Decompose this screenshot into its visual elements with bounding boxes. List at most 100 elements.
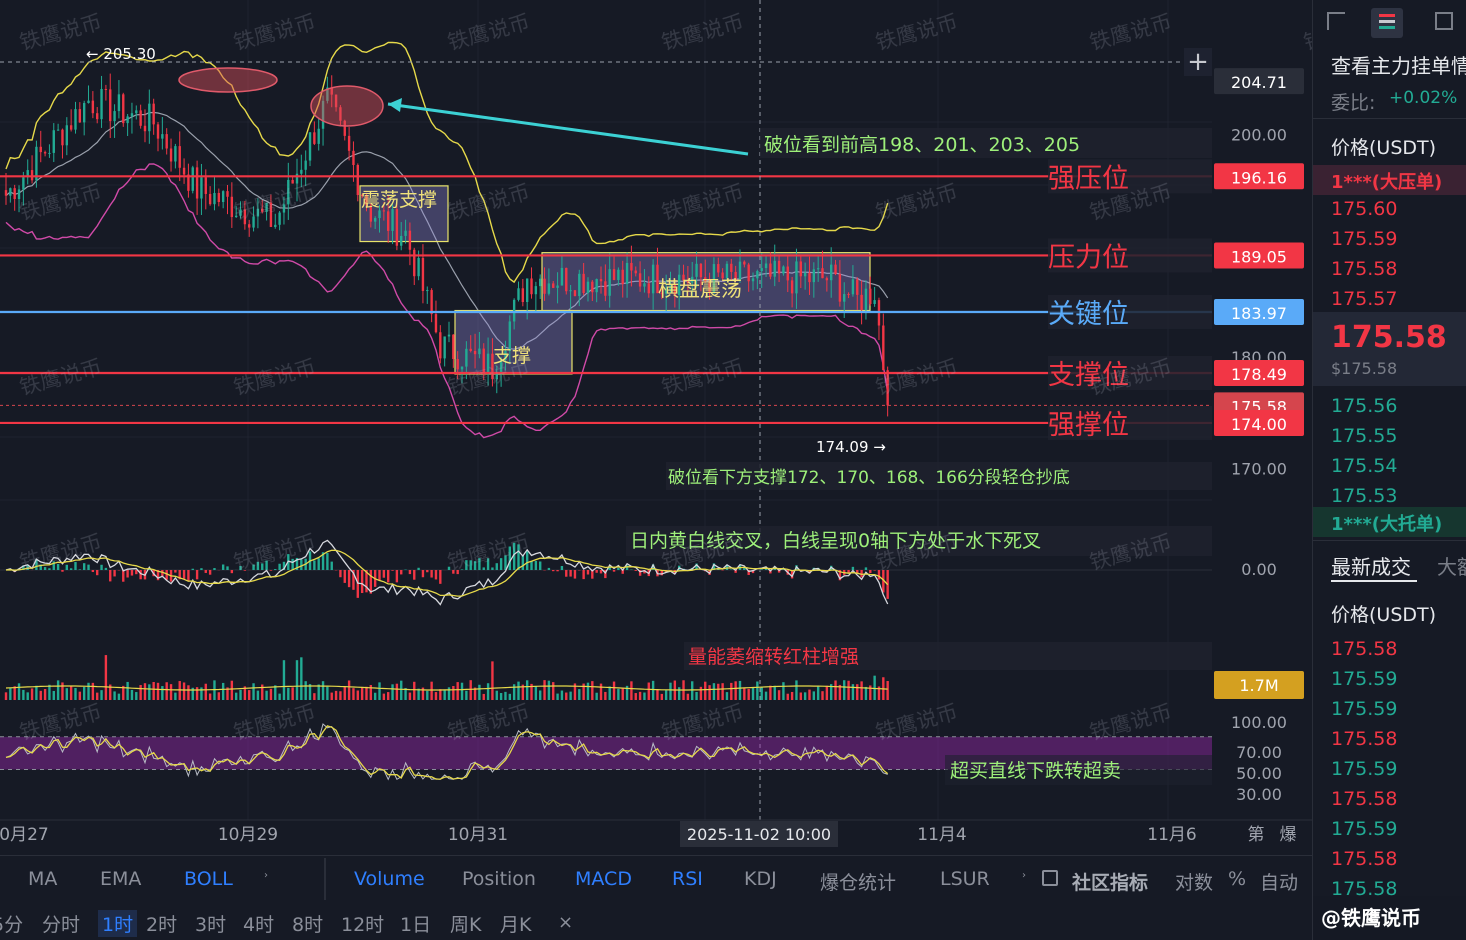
volume-bar: [595, 692, 598, 700]
candle-body: [608, 269, 611, 296]
ask-price[interactable]: 175.58: [1331, 258, 1397, 280]
scale-option[interactable]: %: [1228, 868, 1246, 890]
time-tool: 第: [1248, 825, 1265, 845]
volume-bar: [156, 682, 160, 700]
volume-bar: [482, 693, 485, 700]
interval-8[interactable]: 1日: [400, 910, 431, 937]
edit-icon[interactable]: [1042, 870, 1058, 886]
candle-body: [769, 263, 772, 277]
macd-hist-bar: [378, 570, 381, 581]
bid-price[interactable]: 175.55: [1331, 425, 1397, 447]
interval-9[interactable]: 周K: [450, 910, 481, 937]
candle-body: [638, 273, 642, 287]
bid-price[interactable]: 175.56: [1331, 395, 1397, 417]
volume-bar: [30, 688, 34, 700]
price-chart[interactable]: 强压位压力位关键位支撑位强撑位+破位看到前高198、201、203、205破位看…: [0, 0, 1312, 856]
indicator-volume[interactable]: Volume: [354, 868, 425, 890]
candle-body: [773, 260, 776, 277]
macd-hist-bar: [547, 567, 551, 570]
interval-5[interactable]: 4时: [243, 910, 274, 937]
indicator-爆仓统计[interactable]: 爆仓统计: [820, 868, 896, 895]
candle-body: [226, 191, 229, 197]
volume-bar: [117, 693, 121, 700]
candle-body: [747, 264, 750, 282]
candle-body: [391, 209, 394, 231]
big-ask-order[interactable]: 1***(大压单): [1331, 168, 1442, 194]
interval-6[interactable]: 8时: [292, 910, 323, 937]
ask-price[interactable]: 175.59: [1331, 228, 1397, 250]
volume-bar: [486, 683, 490, 700]
volume-bar: [291, 687, 294, 700]
recent-trades-tab[interactable]: 最新成交: [1331, 551, 1411, 580]
volume-bar: [434, 692, 438, 700]
interval-0[interactable]: 5分: [0, 910, 23, 937]
indicator-boll[interactable]: BOLL: [184, 868, 233, 890]
interval-3[interactable]: 2时: [146, 910, 177, 937]
volume-bar: [52, 690, 55, 700]
interval-7[interactable]: 12时: [341, 910, 384, 937]
scale-option[interactable]: 自动: [1260, 868, 1298, 895]
indicator-rsi[interactable]: RSI: [672, 868, 703, 890]
candle-body: [730, 263, 733, 272]
candle-body: [347, 135, 351, 151]
candle-body: [595, 279, 598, 293]
big-bid-order[interactable]: 1***(大托单): [1331, 510, 1442, 536]
indicator-position[interactable]: Position: [462, 868, 536, 890]
candle-body: [135, 110, 138, 114]
indicator-ema[interactable]: EMA: [100, 868, 141, 890]
close-icon[interactable]: ×: [558, 912, 573, 933]
list-icon[interactable]: [1435, 12, 1453, 30]
candle-body: [634, 270, 637, 274]
scale-option[interactable]: 对数: [1175, 868, 1213, 895]
rsi-axis-label: 50.00: [1236, 764, 1282, 783]
indicator-ma[interactable]: MA: [28, 868, 57, 890]
candle-body: [860, 294, 863, 311]
interval-1[interactable]: 分时: [42, 910, 80, 937]
rsi-axis-label: 30.00: [1236, 785, 1282, 804]
candle-body: [408, 230, 412, 250]
bid-price[interactable]: 175.53: [1331, 485, 1397, 507]
candle-body: [87, 100, 90, 104]
candle-body: [834, 264, 837, 275]
candle-body: [395, 209, 399, 246]
top-ellipse: [178, 67, 278, 93]
indicator-lsur[interactable]: LSUR: [940, 868, 990, 890]
book-both-icon[interactable]: [1371, 8, 1403, 38]
interval-2[interactable]: 1时: [98, 910, 138, 937]
time-cursor: 2025-11-02 10:00: [687, 825, 831, 844]
candle-body: [821, 268, 824, 279]
volume-bar: [330, 692, 333, 700]
volume-bar: [843, 680, 846, 700]
macd-hist-bar: [69, 568, 73, 570]
interval-10[interactable]: 月K: [500, 910, 531, 937]
candle-body: [530, 278, 533, 295]
candle-body: [830, 264, 833, 281]
chevron-right-icon[interactable]: ›: [1022, 870, 1026, 881]
volume-bar: [234, 692, 238, 700]
layout-icon[interactable]: [1327, 12, 1345, 30]
macd-hist-bar: [313, 560, 316, 570]
macd-hist-bar: [221, 564, 225, 570]
macd-hist-bar: [330, 561, 333, 570]
ask-price[interactable]: 175.60: [1331, 198, 1397, 220]
macd-hist-bar: [87, 564, 90, 570]
volume-bar: [208, 693, 212, 700]
macd-hist-bar: [61, 570, 64, 572]
candle-body: [182, 167, 186, 175]
candle-body: [643, 283, 646, 287]
ask-price[interactable]: 175.57: [1331, 288, 1397, 310]
candle-body: [647, 283, 650, 294]
indicator-macd[interactable]: MACD: [575, 868, 632, 890]
volume-bar: [187, 685, 190, 700]
volume-bar: [634, 693, 637, 700]
chevron-right-icon[interactable]: ›: [264, 870, 268, 881]
community-indicators[interactable]: 社区指标: [1072, 868, 1148, 895]
candle-body: [430, 290, 433, 315]
bid-price[interactable]: 175.54: [1331, 455, 1397, 477]
volume-bar: [677, 687, 681, 700]
volume-bar: [360, 687, 364, 700]
interval-4[interactable]: 3时: [195, 910, 226, 937]
indicator-kdj[interactable]: KDJ: [744, 868, 777, 890]
volume-bar: [643, 692, 646, 700]
large-trades-tab[interactable]: 大额: [1437, 551, 1466, 580]
